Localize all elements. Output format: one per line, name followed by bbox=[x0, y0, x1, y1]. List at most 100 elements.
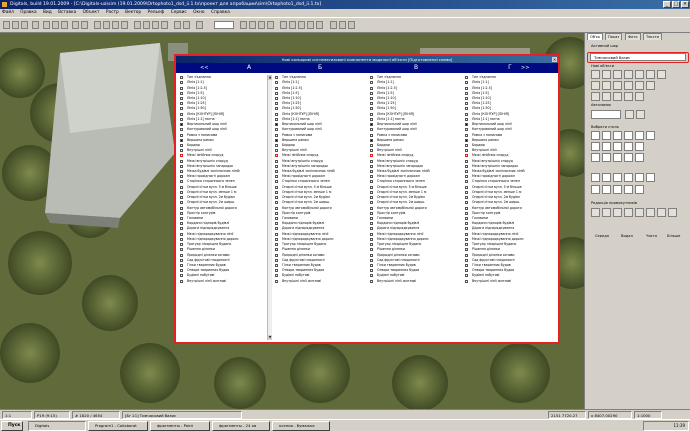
text-tool-icon[interactable] bbox=[267, 21, 274, 29]
trim-icon[interactable] bbox=[657, 208, 666, 217]
layer-checkbox[interactable] bbox=[465, 164, 468, 168]
tool-ortho-icon[interactable] bbox=[646, 81, 655, 90]
layer-checkbox[interactable] bbox=[180, 76, 183, 80]
layer-checkbox[interactable] bbox=[370, 227, 373, 231]
layer-checkbox[interactable] bbox=[370, 128, 373, 132]
layer-checkbox[interactable] bbox=[370, 222, 373, 226]
layer-checkbox[interactable] bbox=[180, 159, 183, 163]
layer-checkbox[interactable] bbox=[465, 102, 468, 106]
layer-checkbox[interactable] bbox=[275, 117, 278, 121]
menu-insert[interactable]: Вставка bbox=[58, 10, 76, 15]
tool-line-icon[interactable] bbox=[646, 70, 655, 79]
layer-checkbox[interactable] bbox=[465, 263, 468, 267]
layer-checkbox[interactable] bbox=[465, 258, 468, 262]
layer-checkbox[interactable] bbox=[370, 117, 373, 121]
layer-checkbox[interactable] bbox=[275, 143, 278, 147]
style-9-icon[interactable] bbox=[624, 142, 633, 151]
layer-checkbox[interactable] bbox=[180, 128, 183, 132]
layer-checkbox[interactable] bbox=[465, 269, 468, 273]
layer-checkbox[interactable] bbox=[465, 149, 468, 153]
layer-checkbox[interactable] bbox=[275, 274, 278, 278]
layer-checkbox[interactable] bbox=[370, 279, 373, 283]
layer-checkbox[interactable] bbox=[275, 164, 278, 168]
layer-checkbox[interactable] bbox=[275, 96, 278, 100]
layer-checkbox[interactable] bbox=[275, 76, 278, 80]
layer-checkbox[interactable] bbox=[465, 86, 468, 90]
task-kseniya[interactable]: ксения - бумажка bbox=[272, 421, 330, 431]
style-25-icon[interactable] bbox=[624, 185, 633, 194]
layer-checkbox[interactable] bbox=[275, 222, 278, 226]
tab-object[interactable]: Об'єк bbox=[587, 33, 604, 40]
layer-checkbox[interactable] bbox=[275, 190, 278, 194]
layer-checkbox[interactable] bbox=[275, 138, 278, 142]
style-2-icon[interactable] bbox=[602, 131, 611, 140]
menu-object[interactable]: Объект bbox=[83, 10, 100, 15]
layer-checkbox[interactable] bbox=[465, 253, 468, 257]
layer-list-item[interactable]: Внутрішні лінії житлові bbox=[178, 279, 266, 284]
style-8-icon[interactable] bbox=[613, 142, 622, 151]
style-24-icon[interactable] bbox=[613, 185, 622, 194]
pan-icon[interactable] bbox=[112, 21, 119, 29]
layer-checkbox[interactable] bbox=[370, 180, 373, 184]
layer-checkbox[interactable] bbox=[180, 86, 183, 90]
refresh-icon[interactable] bbox=[183, 21, 190, 29]
print-icon[interactable] bbox=[32, 21, 39, 29]
layer-checkbox[interactable] bbox=[275, 81, 278, 85]
layer-checkbox[interactable] bbox=[465, 190, 468, 194]
merge-icon[interactable] bbox=[635, 208, 644, 217]
style-19-icon[interactable] bbox=[624, 173, 633, 182]
layer-checkbox[interactable] bbox=[275, 180, 278, 184]
tool-symbol-icon[interactable] bbox=[602, 81, 611, 90]
layer-checkbox[interactable] bbox=[465, 143, 468, 147]
paste-icon[interactable] bbox=[61, 21, 68, 29]
hand-icon[interactable] bbox=[591, 208, 600, 217]
save-icon[interactable] bbox=[21, 21, 28, 29]
layer-checkbox[interactable] bbox=[370, 107, 373, 111]
layer-checkbox[interactable] bbox=[465, 232, 468, 236]
layer-list-item[interactable]: Внутрішні лінії житлові bbox=[368, 279, 456, 284]
select-icon[interactable] bbox=[121, 21, 128, 29]
layer-checkbox[interactable] bbox=[275, 248, 278, 252]
snap-icon[interactable] bbox=[280, 21, 287, 29]
layer-checkbox[interactable] bbox=[275, 91, 278, 95]
menu-vector[interactable]: Вектор bbox=[125, 10, 141, 15]
menu-window[interactable]: Окно bbox=[193, 10, 204, 15]
layer-checkbox[interactable] bbox=[275, 232, 278, 236]
layer-checkbox[interactable] bbox=[370, 138, 373, 142]
layer-checkbox[interactable] bbox=[465, 180, 468, 184]
layer-checkbox[interactable] bbox=[465, 76, 468, 80]
tool-label-icon[interactable] bbox=[624, 81, 633, 90]
layer-checkbox[interactable] bbox=[465, 211, 468, 215]
layer-checkbox[interactable] bbox=[180, 175, 183, 179]
layer-checkbox[interactable] bbox=[180, 164, 183, 168]
grid-icon[interactable] bbox=[174, 21, 181, 29]
clear-button[interactable]: Чисто bbox=[646, 234, 657, 238]
tool-hatch-icon[interactable] bbox=[613, 81, 622, 90]
layer-checkbox[interactable] bbox=[180, 81, 183, 85]
layer-checkbox[interactable] bbox=[370, 269, 373, 273]
open-icon[interactable] bbox=[12, 21, 19, 29]
layer-checkbox[interactable] bbox=[370, 248, 373, 252]
style-5-icon[interactable] bbox=[635, 131, 644, 140]
layer-checkbox[interactable] bbox=[465, 243, 468, 247]
style-16-icon[interactable] bbox=[591, 173, 600, 182]
layer-checkbox[interactable] bbox=[465, 201, 468, 205]
tool-text-icon[interactable] bbox=[591, 81, 600, 90]
split-icon[interactable] bbox=[646, 208, 655, 217]
measure-icon[interactable] bbox=[161, 21, 168, 29]
tool-d-icon[interactable] bbox=[624, 92, 633, 101]
scroll-down-icon[interactable]: ▼ bbox=[268, 335, 272, 340]
layer-checkbox[interactable] bbox=[275, 149, 278, 153]
delete-button[interactable]: Видал bbox=[621, 234, 633, 238]
layer-checkbox[interactable] bbox=[275, 170, 278, 174]
style-12-icon[interactable] bbox=[602, 153, 611, 162]
layer-checkbox[interactable] bbox=[180, 222, 183, 226]
cut-icon[interactable] bbox=[43, 21, 50, 29]
style-11-icon[interactable] bbox=[591, 153, 600, 162]
layer-checkbox[interactable] bbox=[275, 269, 278, 273]
layer-checkbox[interactable] bbox=[180, 107, 183, 111]
layer-checkbox[interactable] bbox=[180, 263, 183, 267]
layer-checkbox[interactable] bbox=[180, 143, 183, 147]
next-page-button[interactable]: >> bbox=[521, 63, 529, 73]
undo-icon[interactable] bbox=[72, 21, 79, 29]
